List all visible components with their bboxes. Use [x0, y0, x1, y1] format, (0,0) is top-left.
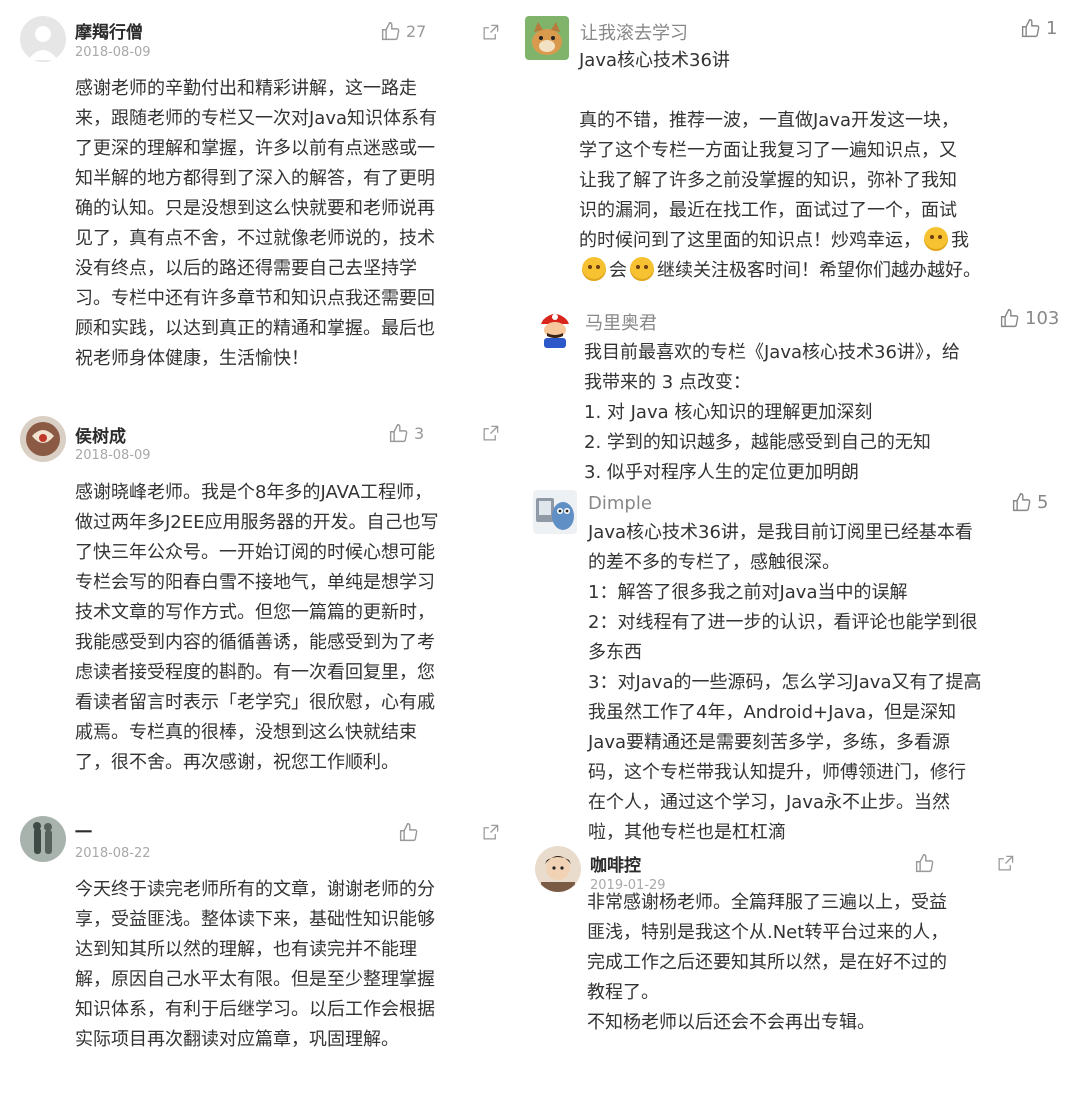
like-button[interactable]: [398, 822, 424, 843]
thumbs-up-icon: [1012, 493, 1031, 512]
like-count: 3: [414, 424, 425, 443]
like-button[interactable]: 1: [1020, 18, 1057, 39]
share-icon[interactable]: [481, 823, 500, 842]
avatar[interactable]: [20, 16, 66, 62]
comment-date: 2018-08-09: [75, 45, 151, 60]
comment-card: 侯树成 2018-08-09 3 感谢晓峰老师。我是个8年多的JAVA工程师，做…: [20, 416, 510, 806]
commenter-name[interactable]: Dimple: [588, 493, 652, 514]
share-icon[interactable]: [996, 854, 1015, 873]
like-button[interactable]: 27: [380, 21, 426, 42]
avatar[interactable]: [535, 846, 581, 892]
like-button[interactable]: 5: [1011, 492, 1048, 513]
avatar[interactable]: [20, 416, 66, 462]
comment-card: 咖啡控 2019-01-29 非常感谢杨老师。全篇拜服了三遍以上，受益 匪浅，特别…: [535, 846, 1065, 1076]
avatar[interactable]: [20, 816, 66, 862]
comment-body: 感谢晓峰老师。我是个8年多的JAVA工程师， 做过两年多J2EE应用服务器的开发。…: [75, 482, 439, 773]
thumbs-up-icon: [1000, 309, 1019, 328]
comment-date: 2018-08-22: [75, 846, 151, 861]
like-count: 103: [1025, 308, 1060, 329]
comment-card: 让我滚去学习 1 Java核心技术36讲 真的不错，推荐一波，一直做Java开发…: [525, 16, 1065, 296]
like-count: 5: [1037, 492, 1049, 513]
comment-card: Dimple 5 Java核心技术36讲，是我目前订阅里已经基本看 的差不多的专栏…: [533, 490, 1065, 843]
emoji-icon: [630, 257, 654, 281]
comment-body: 我目前最喜欢的专栏《Java核心技术36讲》，给 我带来的 3 点改变： 1. 对 …: [584, 342, 960, 483]
comment-body: 今天终于读完老师所有的文章，谢谢老师的分 享，受益匪浅。整体读下来，基础性知识能够…: [75, 879, 435, 1050]
share-icon[interactable]: [481, 23, 500, 42]
thumbs-up-icon: [381, 22, 400, 41]
avatar[interactable]: [533, 306, 577, 350]
commenter-name[interactable]: 让我滚去学习: [580, 19, 688, 45]
thumbs-up-icon: [915, 854, 934, 873]
comment-card: 一 2018-08-22 今天终于读完老师所有的文章，谢谢老师的分 享，受益匪浅。…: [20, 816, 510, 1086]
commenter-name[interactable]: 侯树成: [75, 422, 126, 447]
avatar[interactable]: [533, 490, 577, 534]
share-icon[interactable]: [481, 424, 500, 443]
comment-body: 感谢老师的辛勤付出和精彩讲解，这一路走 来，跟随老师的专栏又一次对Java知识体系…: [75, 78, 438, 369]
thumbs-up-icon: [389, 424, 408, 443]
comment-body: Java核心技术36讲，是我目前订阅里已经基本看 的差不多的专栏了，感触很深。 1：…: [588, 522, 982, 843]
thumbs-up-icon: [1021, 19, 1040, 38]
thumbs-up-icon: [399, 823, 418, 842]
commenter-name[interactable]: 一: [75, 818, 92, 843]
comment-card: 马里奥君 103 我目前最喜欢的专栏《Java核心技术36讲》，给 我带来的 3 …: [533, 306, 1065, 486]
commenter-name[interactable]: 马里奥君: [585, 309, 657, 335]
emoji-icon: [924, 227, 948, 251]
course-title: Java核心技术36讲: [579, 50, 730, 71]
emoji-icon: [582, 257, 606, 281]
comment-body: Java核心技术36讲 真的不错，推荐一波，一直做Java开发这一块， 学了这个专…: [579, 46, 981, 286]
commenter-name[interactable]: 摩羯行僧: [75, 18, 143, 43]
like-count: 1: [1046, 18, 1058, 39]
like-button[interactable]: [914, 853, 940, 874]
like-button[interactable]: 3: [388, 423, 424, 444]
avatar[interactable]: [525, 16, 569, 60]
like-button[interactable]: 103: [999, 308, 1059, 329]
comment-card: 摩羯行僧 2018-08-09 27 感谢老师的辛勤付出和精彩讲解，这一路走 来，…: [20, 16, 510, 396]
commenter-name[interactable]: 咖啡控: [590, 851, 641, 876]
comment-body: 非常感谢杨老师。全篇拜服了三遍以上，受益 匪浅，特别是我这个从.Net转平台过来的…: [587, 892, 949, 1033]
like-count: 27: [406, 22, 427, 41]
comment-date: 2018-08-09: [75, 448, 151, 463]
